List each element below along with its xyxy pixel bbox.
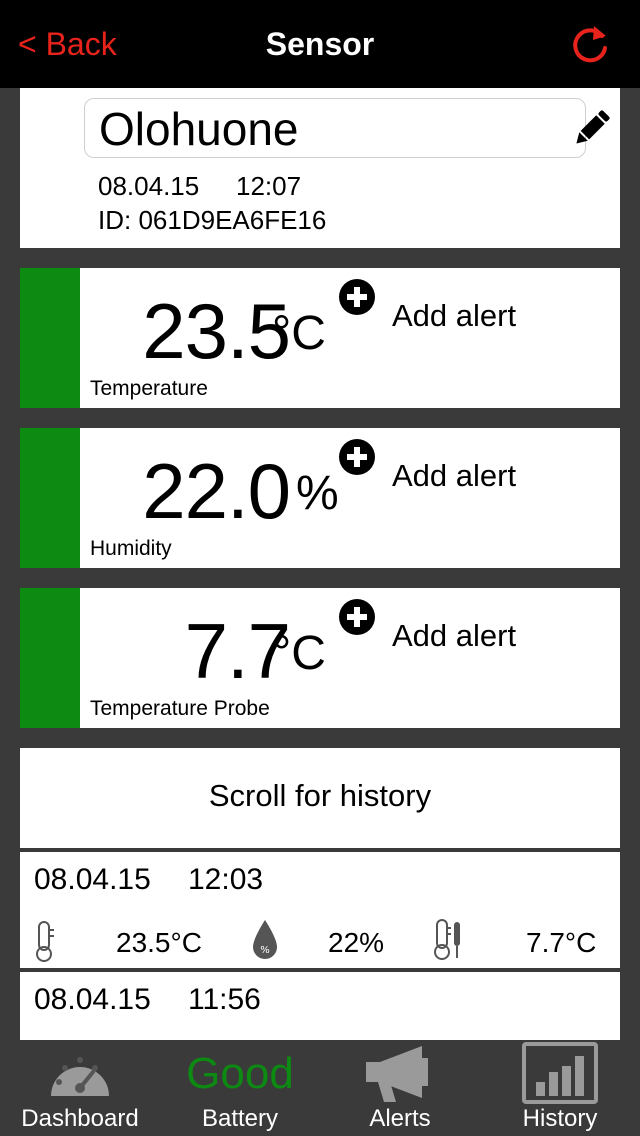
history-entry: 08.04.15 11:56 bbox=[20, 972, 620, 1040]
tab-history[interactable]: History bbox=[480, 1040, 640, 1136]
status-indicator bbox=[20, 428, 80, 568]
reading-label: Temperature bbox=[90, 377, 208, 400]
history-time: 11:56 bbox=[188, 983, 261, 1016]
humidity-value: 22.0 bbox=[142, 447, 291, 535]
back-button[interactable]: < Back bbox=[18, 24, 117, 64]
history-entry: 08.04.15 12:03 23.5°C % 22% 7.7°C bbox=[20, 852, 620, 968]
sensor-detail-content[interactable]: Olohuone 08.04.15 12:07 ID: 061D9EA6FE16… bbox=[0, 88, 640, 1040]
scroll-history-label: Scroll for history bbox=[208, 778, 432, 813]
tab-battery[interactable]: Good Battery bbox=[160, 1040, 320, 1136]
gauge-icon bbox=[45, 1046, 115, 1107]
navigation-bar: < Back Sensor bbox=[0, 0, 640, 88]
plus-circle-icon[interactable] bbox=[338, 598, 376, 636]
humidity-drop-icon: % bbox=[250, 918, 280, 967]
history-probe: 7.7°C bbox=[526, 927, 597, 958]
tab-dashboard[interactable]: Dashboard bbox=[0, 1040, 160, 1136]
reading-label: Temperature Probe bbox=[90, 697, 270, 720]
sensor-name: Olohuone bbox=[99, 103, 299, 155]
probe-unit: °C bbox=[272, 627, 326, 680]
tab-label: Battery bbox=[201, 1105, 279, 1132]
status-indicator bbox=[20, 268, 80, 408]
tab-label: Alerts bbox=[369, 1105, 431, 1132]
add-alert-button[interactable]: Add alert bbox=[392, 458, 516, 494]
last-update-date: 08.04.15 bbox=[98, 171, 200, 201]
plus-circle-icon[interactable] bbox=[338, 278, 376, 316]
history-date: 08.04.15 bbox=[34, 863, 151, 896]
plus-circle-icon[interactable] bbox=[338, 438, 376, 476]
sensor-id: ID: 061D9EA6FE16 bbox=[98, 205, 327, 235]
tab-bar: Dashboard Good Battery Alerts History bbox=[0, 1040, 640, 1136]
tab-alerts[interactable]: Alerts bbox=[320, 1040, 480, 1136]
reading-label: Humidity bbox=[90, 537, 172, 560]
add-alert-button[interactable]: Add alert bbox=[392, 298, 516, 334]
add-alert-button[interactable]: Add alert bbox=[392, 618, 516, 654]
humidity-card: 22.0 % Add alert Humidity bbox=[20, 428, 620, 568]
history-humidity: 22% bbox=[328, 927, 385, 958]
tab-label: History bbox=[522, 1105, 598, 1132]
last-update-time: 12:07 bbox=[236, 171, 302, 201]
thermometer-icon bbox=[34, 920, 56, 967]
status-indicator bbox=[20, 588, 80, 728]
probe-thermometer-icon bbox=[434, 918, 464, 967]
svg-text:%: % bbox=[260, 945, 270, 956]
battery-status: Good bbox=[186, 1049, 294, 1098]
history-date: 08.04.15 bbox=[34, 983, 151, 1016]
sensor-name-field[interactable]: Olohuone bbox=[84, 98, 586, 158]
bar-chart-icon bbox=[522, 1042, 598, 1109]
history-time: 12:03 bbox=[188, 863, 264, 896]
sensor-info-card: Olohuone 08.04.15 12:07 ID: 061D9EA6FE16 bbox=[20, 88, 620, 248]
temperature-card: 23.5 °C Add alert Temperature bbox=[20, 268, 620, 408]
temperature-unit: °C bbox=[272, 307, 326, 360]
temperature-value: 23.5 bbox=[142, 287, 291, 375]
refresh-icon[interactable] bbox=[566, 20, 614, 68]
temperature-probe-card: 7.7 °C Add alert Temperature Probe bbox=[20, 588, 620, 728]
history-temperature: 23.5°C bbox=[116, 927, 202, 958]
scroll-history-card: Scroll for history bbox=[20, 748, 620, 848]
humidity-unit: % bbox=[296, 467, 339, 520]
megaphone-icon bbox=[364, 1044, 438, 1109]
tab-label: Dashboard bbox=[21, 1105, 139, 1132]
pencil-icon[interactable] bbox=[570, 106, 614, 150]
